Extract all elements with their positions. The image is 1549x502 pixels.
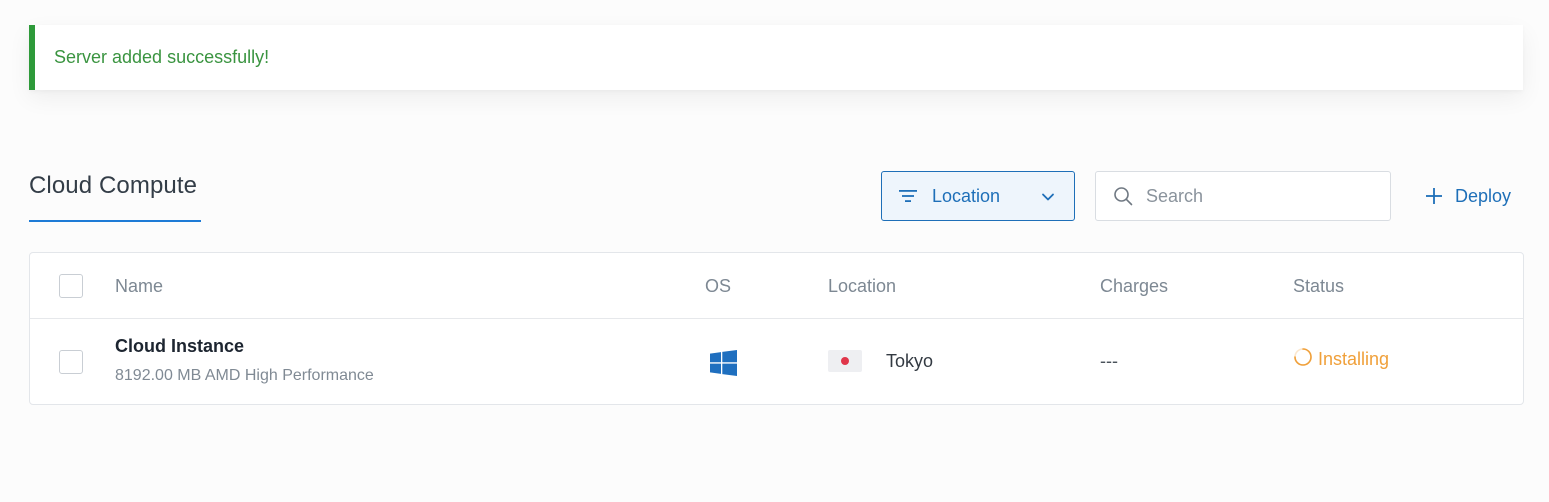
page-title: Cloud Compute [29, 172, 198, 199]
page: Server added successfully! Cloud Compute… [0, 0, 1549, 502]
location-filter-dropdown[interactable]: Location [881, 171, 1075, 221]
table-header: Name OS Location Charges Status [30, 253, 1523, 319]
row-checkbox[interactable] [59, 350, 83, 374]
filter-icon [899, 190, 917, 202]
server-plan: 8192.00 MB AMD High Performance [115, 367, 374, 384]
server-table: Name OS Location Charges Status Cloud In… [29, 252, 1524, 405]
status-text: Installing [1318, 349, 1390, 369]
deploy-label: Deploy [1455, 185, 1512, 206]
spinner-icon [1294, 347, 1312, 366]
alert-message: Server added successfully! [54, 47, 270, 67]
server-location: Tokyo [886, 351, 934, 371]
column-header-os: OS [705, 276, 732, 296]
column-header-charges: Charges [1100, 276, 1169, 296]
column-header-status: Status [1293, 276, 1345, 296]
plus-icon [1426, 188, 1442, 204]
column-header-name: Name [115, 276, 164, 296]
table-row[interactable]: Cloud Instance 8192.00 MB AMD High Perfo… [30, 319, 1523, 405]
location-filter-label: Location [932, 185, 1001, 206]
search-box[interactable] [1095, 171, 1391, 221]
server-name[interactable]: Cloud Instance [115, 336, 244, 357]
deploy-button[interactable]: Deploy [1424, 182, 1511, 210]
search-icon [1114, 187, 1133, 206]
search-input[interactable] [1146, 185, 1366, 207]
select-all-checkbox[interactable] [59, 274, 83, 298]
status-badge: Installing [1293, 347, 1390, 370]
chevron-down-icon [1042, 193, 1054, 201]
server-charges: --- [1100, 351, 1118, 371]
japan-flag-icon [828, 350, 862, 372]
title-underline [29, 220, 201, 222]
column-header-location: Location [828, 276, 897, 296]
windows-icon [710, 350, 737, 376]
success-alert: Server added successfully! [29, 25, 1523, 90]
